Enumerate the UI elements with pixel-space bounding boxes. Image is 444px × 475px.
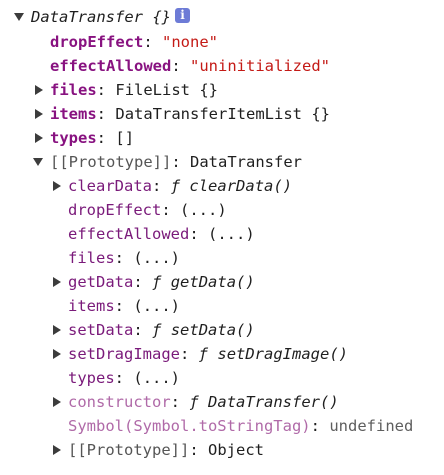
prop-colon: : — [310, 417, 320, 435]
member-value: setData() — [170, 321, 255, 339]
prop-colon: : — [179, 345, 190, 363]
member-row-dropEffect[interactable]: dropEffect: (...) — [68, 199, 227, 221]
member-row-setData[interactable]: setData: ƒ setData() — [52, 319, 255, 341]
member-key: dropEffect — [68, 201, 162, 219]
member-key: clearData — [68, 177, 152, 195]
member-value[interactable]: (...) — [180, 201, 227, 219]
prop-value: "uninitialized" — [190, 57, 330, 75]
root-object-suffix: {} — [152, 8, 171, 26]
prop-colon: : — [170, 393, 180, 411]
expand-open-icon[interactable] — [14, 12, 24, 21]
prop-colon: : — [96, 81, 107, 99]
prop-row-effectAllowed: effectAllowed: "uninitialized" — [50, 55, 330, 77]
member-value[interactable]: (...) — [133, 297, 180, 315]
prop-colon: : — [161, 201, 171, 219]
member-key: Symbol(Symbol.toStringTag) — [68, 417, 311, 435]
member-key: types — [68, 369, 115, 387]
member-row-toStringTag: Symbol(Symbol.toStringTag): undefined — [68, 415, 413, 437]
prop-colon: : — [143, 33, 153, 51]
member-key: items — [68, 297, 115, 315]
prop-key: files — [50, 81, 97, 99]
member-row-types[interactable]: types: (...) — [68, 367, 180, 389]
prop-key: types — [50, 129, 97, 147]
function-marker: ƒ — [152, 273, 162, 291]
member-key: constructor — [68, 393, 171, 411]
expand-closed-icon[interactable] — [53, 348, 61, 359]
member-row-clearData[interactable]: clearData: ƒ clearData() — [52, 175, 292, 197]
expand-closed-icon[interactable] — [53, 324, 61, 335]
member-row-setDragImage[interactable]: setDragImage: ƒ setDragImage() — [52, 343, 348, 365]
prop-colon: : — [152, 177, 162, 195]
function-marker: ƒ — [170, 177, 181, 195]
prop-colon: : — [189, 225, 199, 243]
prop-row-items[interactable]: items: DataTransferItemList {} — [34, 103, 330, 125]
prop-colon: : — [114, 369, 125, 387]
info-icon[interactable]: i — [175, 8, 190, 23]
member-row-items[interactable]: items: (...) — [68, 295, 180, 317]
member-value: setDragImage() — [217, 345, 349, 363]
function-marker: ƒ — [152, 321, 162, 339]
prop-key: dropEffect — [50, 33, 144, 51]
prop-row-types[interactable]: types: [] — [34, 127, 134, 149]
expand-open-icon[interactable] — [33, 157, 43, 166]
prop-value: DataTransferItemList {} — [115, 105, 330, 123]
prop-colon: : — [133, 321, 143, 339]
member-value[interactable]: (...) — [133, 249, 180, 267]
prototype-value: DataTransfer — [190, 153, 302, 171]
prototype-row[interactable]: [[Prototype]]: DataTransfer — [33, 151, 302, 173]
expand-closed-icon[interactable] — [35, 108, 43, 119]
member-row-effectAllowed[interactable]: effectAllowed: (...) — [68, 223, 255, 245]
function-marker: ƒ — [189, 393, 199, 411]
prototype-label: [[Prototype]] — [50, 153, 172, 171]
member-row-prototype[interactable]: [[Prototype]]: Object — [52, 439, 264, 461]
root-object-row[interactable]: DataTransfer {} i — [14, 6, 190, 28]
expand-closed-icon[interactable] — [35, 132, 43, 143]
expand-closed-icon[interactable] — [53, 444, 61, 455]
prop-colon: : — [114, 249, 125, 267]
prop-colon: : — [171, 57, 181, 75]
prop-colon: : — [189, 441, 199, 459]
member-key: files — [68, 249, 115, 267]
prop-row-dropEffect: dropEffect: "none" — [50, 31, 218, 53]
member-key: setData — [68, 321, 134, 339]
expand-closed-icon[interactable] — [53, 180, 61, 191]
prop-colon: : — [133, 273, 143, 291]
member-value[interactable]: (...) — [133, 369, 180, 387]
prop-key: effectAllowed — [50, 57, 172, 75]
object-inspector-tree: DataTransfer {} i dropEffect: "none" effe… — [0, 0, 444, 475]
member-row-files[interactable]: files: (...) — [68, 247, 180, 269]
member-row-constructor[interactable]: constructor: ƒ DataTransfer() — [52, 391, 339, 413]
member-value: DataTransfer() — [208, 393, 339, 411]
prop-colon: : — [171, 153, 181, 171]
root-object-label: DataTransfer — [31, 8, 143, 26]
prop-row-files[interactable]: files: FileList {} — [34, 79, 218, 101]
member-value: undefined — [329, 417, 414, 435]
prop-key: items — [50, 105, 97, 123]
member-key: effectAllowed — [68, 225, 190, 243]
member-key: [[Prototype]] — [68, 441, 190, 459]
prop-colon: : — [114, 297, 125, 315]
function-marker: ƒ — [198, 345, 209, 363]
prop-value: "none" — [162, 33, 219, 51]
member-value: getData() — [170, 273, 255, 291]
expand-closed-icon[interactable] — [35, 84, 43, 95]
member-key: setDragImage — [68, 345, 180, 363]
prop-colon: : — [96, 129, 107, 147]
member-value: Object — [208, 441, 265, 459]
member-key: getData — [68, 273, 134, 291]
expand-closed-icon[interactable] — [53, 396, 61, 407]
prop-value: FileList {} — [115, 81, 219, 99]
member-row-getData[interactable]: getData: ƒ getData() — [52, 271, 255, 293]
prop-value: [] — [115, 129, 135, 147]
expand-closed-icon[interactable] — [53, 276, 61, 287]
member-value: clearData() — [189, 177, 293, 195]
member-value[interactable]: (...) — [208, 225, 255, 243]
prop-colon: : — [96, 105, 107, 123]
